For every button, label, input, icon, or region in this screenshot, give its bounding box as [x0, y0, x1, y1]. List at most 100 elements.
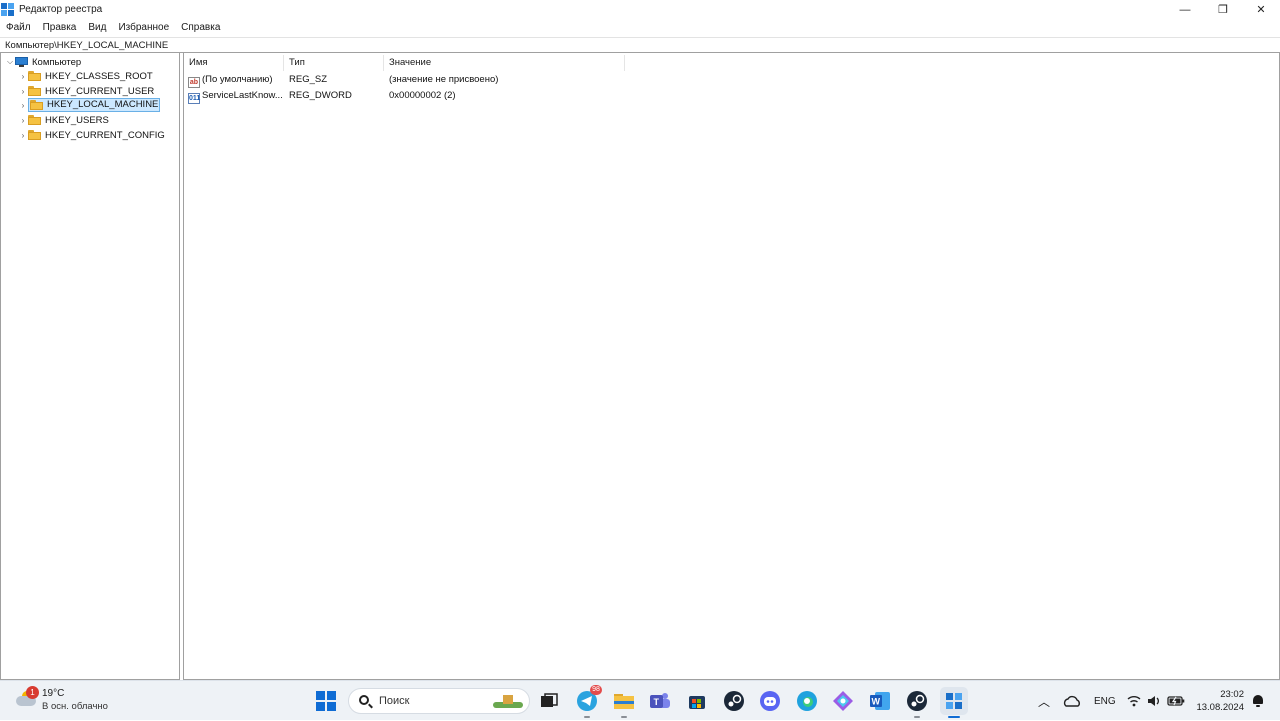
- steam-button[interactable]: [722, 689, 746, 713]
- tree-item-label: HKEY_CLASSES_ROOT: [45, 70, 153, 82]
- onedrive-button[interactable]: [1063, 681, 1081, 721]
- battery-button[interactable]: [1167, 681, 1185, 721]
- steam-secondary-button[interactable]: [905, 689, 929, 718]
- edge-icon: [797, 691, 817, 711]
- value-name: ServiceLastKnow...: [202, 90, 283, 101]
- regedit-icon: [946, 693, 962, 709]
- tree-item-label: Компьютер: [32, 56, 82, 68]
- menu-favorites[interactable]: Избранное: [112, 19, 175, 37]
- chevron-right-icon[interactable]: ›: [18, 101, 28, 110]
- discord-button[interactable]: [758, 689, 782, 713]
- table-row[interactable]: ab (По умолчанию) REG_SZ (значение не при…: [184, 72, 625, 88]
- file-explorer-button[interactable]: [612, 689, 636, 718]
- restore-button[interactable]: ❐: [1204, 0, 1242, 19]
- menu-view[interactable]: Вид: [82, 19, 112, 37]
- cell-name: ab (По умолчанию): [184, 72, 284, 88]
- value-name: (По умолчанию): [202, 74, 273, 85]
- column-header-value[interactable]: Значение: [384, 55, 625, 71]
- chevron-down-icon[interactable]: ⌵: [5, 57, 15, 67]
- taskbar: 1 19°C В осн. облачно Поиск 98 T W ︿ ENG…: [0, 680, 1280, 720]
- window-controls: — ❐ ✕: [1166, 0, 1280, 19]
- start-button[interactable]: [314, 689, 338, 713]
- running-indicator: [584, 716, 590, 718]
- cell-type: REG_DWORD: [289, 90, 352, 101]
- selected-item-highlight: HKEY_LOCAL_MACHINE: [28, 98, 161, 112]
- show-hidden-icons-button[interactable]: ︿: [1038, 681, 1050, 721]
- registry-tree[interactable]: ⌵ Компьютер › HKEY_CLASSES_ROOT › HKEY_C…: [0, 53, 180, 680]
- folder-icon: [28, 115, 41, 125]
- speaker-icon: [1148, 696, 1159, 706]
- running-indicator: [914, 716, 920, 718]
- table-row[interactable]: 011 ServiceLastKnow... REG_DWORD 0x000000…: [184, 88, 625, 104]
- clock-time: 23:02: [1220, 689, 1244, 700]
- registry-values-list[interactable]: Имя Тип Значение ab (По умолчанию) REG_SZ…: [183, 53, 1280, 680]
- word-button[interactable]: W: [868, 689, 892, 713]
- chevron-right-icon[interactable]: ›: [18, 131, 28, 140]
- search-placeholder: Поиск: [379, 695, 410, 707]
- window-title: Редактор реестра: [19, 4, 103, 15]
- store-button[interactable]: [685, 689, 709, 713]
- tree-item-label: HKEY_CURRENT_USER: [45, 85, 155, 97]
- computer-icon: [15, 57, 28, 67]
- chevron-up-icon: ︿: [1038, 694, 1051, 709]
- folder-icon: [28, 71, 41, 81]
- weather-temperature: 19°C: [42, 688, 65, 699]
- copilot-button[interactable]: [831, 689, 855, 713]
- search-icon: [359, 695, 369, 705]
- battery-charging-icon: [1167, 696, 1185, 706]
- network-button[interactable]: [1127, 681, 1141, 721]
- chevron-right-icon[interactable]: ›: [18, 72, 28, 81]
- reg-dword-icon: 011: [188, 93, 201, 104]
- tree-item-hkey-local-machine[interactable]: › HKEY_LOCAL_MACHINE: [18, 98, 161, 112]
- tree-item-hkey-classes-root[interactable]: › HKEY_CLASSES_ROOT: [18, 69, 153, 83]
- menu-help[interactable]: Справка: [175, 19, 226, 37]
- task-view-button[interactable]: [537, 689, 561, 713]
- regedit-taskbar-button[interactable]: [940, 687, 968, 718]
- windows-logo-icon: [316, 691, 336, 711]
- weather-widget[interactable]: 1 19°C В осн. облачно: [14, 686, 134, 715]
- teams-button[interactable]: T: [648, 689, 672, 713]
- tree-item-computer[interactable]: ⌵ Компьютер: [5, 55, 81, 69]
- telegram-unread-badge: 98: [590, 685, 602, 695]
- folder-icon: [28, 130, 41, 140]
- language-indicator[interactable]: ENG: [1094, 681, 1116, 721]
- teams-icon: T: [650, 693, 670, 708]
- weather-condition: В осн. облачно: [42, 701, 108, 712]
- steam-icon: [724, 691, 744, 711]
- tree-item-label: HKEY_USERS: [45, 114, 109, 126]
- column-header-name[interactable]: Имя: [184, 55, 284, 71]
- minimize-button[interactable]: —: [1166, 0, 1204, 19]
- tree-item-hkey-users[interactable]: › HKEY_USERS: [18, 113, 109, 127]
- svg-text:T: T: [654, 697, 660, 707]
- search-highlight-icon: [493, 692, 523, 710]
- taskbar-clock[interactable]: 23:02 13.08.2024: [1196, 688, 1244, 714]
- menu-edit[interactable]: Правка: [37, 19, 83, 37]
- chevron-right-icon[interactable]: ›: [18, 116, 28, 125]
- notification-bell-icon[interactable]: [1252, 694, 1264, 708]
- menu-file[interactable]: Файл: [0, 19, 37, 37]
- language-label: ENG: [1094, 695, 1116, 707]
- cell-name: 011 ServiceLastKnow...: [184, 88, 284, 104]
- discord-icon: [760, 691, 780, 711]
- title-bar: Редактор реестра — ❐ ✕: [0, 0, 1280, 19]
- list-header: Имя Тип Значение: [184, 55, 625, 71]
- regedit-app-icon: [1, 2, 15, 17]
- steam-icon: [907, 691, 927, 711]
- menu-bar: Файл Правка Вид Избранное Справка: [0, 19, 226, 37]
- tree-item-hkey-current-user[interactable]: › HKEY_CURRENT_USER: [18, 84, 155, 98]
- cell-value: 0x00000002 (2): [389, 90, 456, 101]
- store-icon: [689, 696, 705, 709]
- folder-icon: [28, 86, 41, 96]
- chevron-right-icon[interactable]: ›: [18, 87, 28, 96]
- volume-button[interactable]: [1147, 681, 1161, 721]
- close-button[interactable]: ✕: [1242, 0, 1280, 19]
- running-indicator: [621, 716, 627, 718]
- cell-value: (значение не присвоено): [389, 74, 499, 85]
- edge-button[interactable]: [795, 689, 819, 713]
- tree-item-hkey-current-config[interactable]: › HKEY_CURRENT_CONFIG: [18, 128, 165, 142]
- telegram-button[interactable]: 98: [575, 685, 602, 718]
- address-bar[interactable]: Компьютер\HKEY_LOCAL_MACHINE: [0, 37, 1280, 53]
- registry-editor-window: Редактор реестра — ❐ ✕ Файл Правка Вид И…: [0, 0, 1280, 680]
- column-header-type[interactable]: Тип: [284, 55, 384, 71]
- taskbar-search[interactable]: Поиск: [348, 688, 530, 714]
